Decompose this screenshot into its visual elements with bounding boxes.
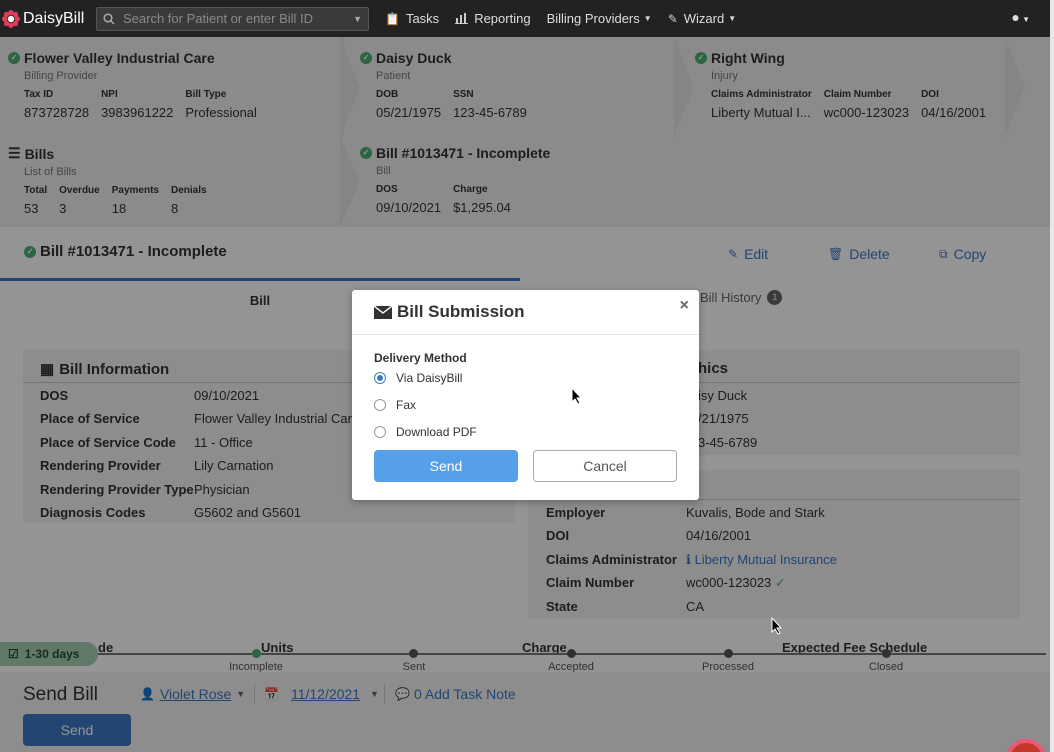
mouse-cursor-icon — [571, 387, 583, 405]
search-placeholder: Search for Patient or enter Bill ID — [123, 11, 314, 26]
radio-fax[interactable]: Fax — [374, 398, 416, 412]
radio-label: Fax — [396, 398, 417, 412]
clipboard-icon: 📋 — [385, 11, 400, 26]
bar-chart-icon — [455, 13, 469, 24]
user-menu[interactable]: ● ▼ — [1011, 9, 1030, 25]
delivery-method-label: Delivery Method — [374, 351, 467, 365]
logo-text: DaisyBill — [23, 9, 85, 27]
modal-header: Bill Submission — [352, 290, 699, 335]
radio-label: Download PDF — [396, 425, 477, 439]
radio-via-daisybill[interactable]: Via DaisyBill — [374, 371, 462, 385]
nav-wizard-label: Wizard — [683, 11, 725, 26]
close-icon[interactable]: × — [680, 297, 689, 315]
mouse-cursor-icon — [771, 617, 783, 635]
search-input[interactable]: Search for Patient or enter Bill ID ▼ — [96, 6, 369, 31]
cancel-button[interactable]: Cancel — [533, 450, 677, 482]
modal-title: Bill Submission — [397, 302, 525, 321]
logo[interactable]: DaisyBill — [0, 9, 96, 28]
window-edge — [1050, 0, 1054, 752]
chevron-down-icon: ▼ — [353, 13, 362, 24]
radio-empty-icon — [374, 426, 386, 438]
radio-download-pdf[interactable]: Download PDF — [374, 425, 477, 439]
nav-reporting[interactable]: Reporting — [455, 11, 531, 26]
radio-label: Via DaisyBill — [396, 371, 463, 385]
envelope-icon — [373, 304, 393, 319]
nav-reporting-label: Reporting — [474, 11, 531, 26]
daisy-logo-icon — [2, 9, 20, 28]
magic-wand-icon: ✎ — [667, 11, 678, 26]
search-icon — [103, 12, 115, 25]
nav-wizard[interactable]: ✎ Wizard ▼ — [668, 11, 736, 26]
nav-billing-providers[interactable]: Billing Providers ▼ — [547, 11, 652, 26]
nav-tasks[interactable]: 📋 Tasks — [385, 11, 439, 26]
nav-tasks-label: Tasks — [405, 11, 440, 26]
user-avatar-icon: ● — [1011, 9, 1020, 25]
bill-submission-modal: Bill Submission × Delivery Method Via Da… — [352, 290, 699, 500]
top-nav: DaisyBill Search for Patient or enter Bi… — [0, 0, 1054, 37]
chevron-down-icon: ▼ — [643, 14, 652, 23]
nav-billing-providers-label: Billing Providers — [546, 11, 640, 26]
radio-selected-icon — [374, 372, 386, 384]
chevron-down-icon: ▼ — [1019, 15, 1030, 24]
radio-empty-icon — [374, 399, 386, 411]
chevron-down-icon: ▼ — [728, 14, 737, 23]
send-button[interactable]: Send — [374, 450, 518, 482]
